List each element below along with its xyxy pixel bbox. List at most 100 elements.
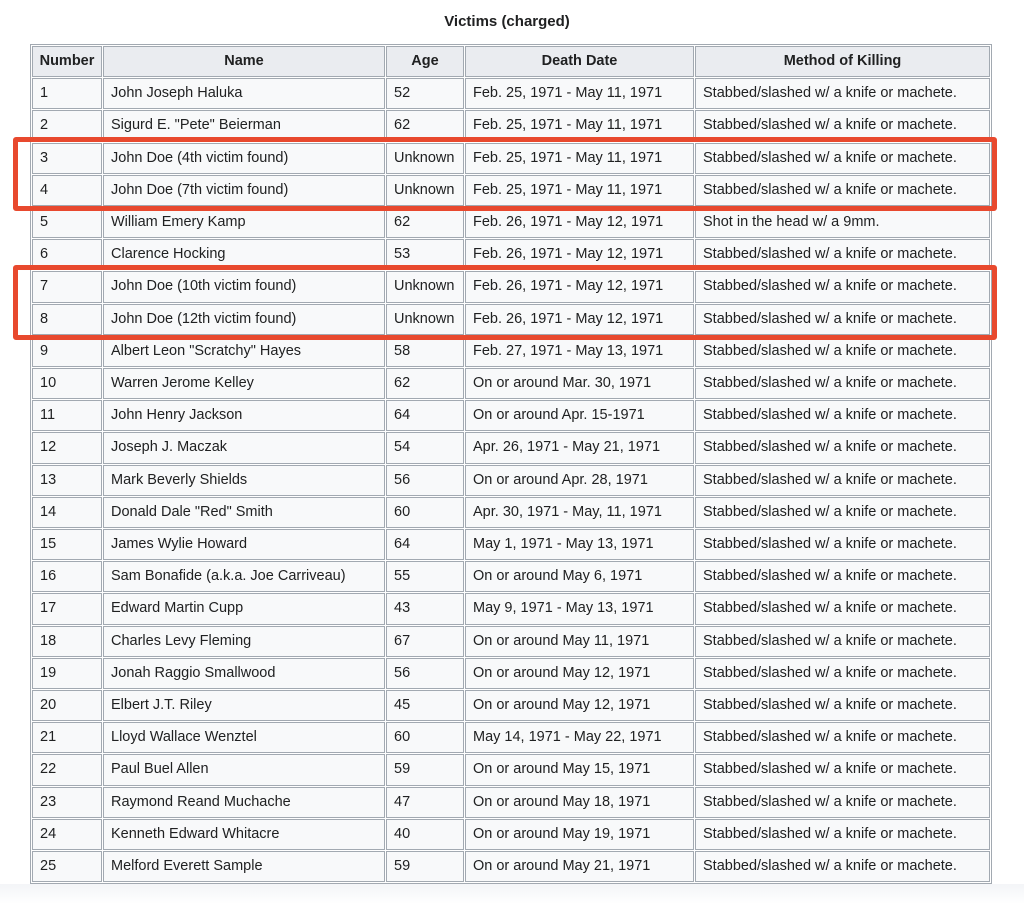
cell-number: 14	[32, 497, 102, 528]
cell-death-date: Apr. 30, 1971 - May, 11, 1971	[465, 497, 694, 528]
cell-method-of-killing: Stabbed/slashed w/ a knife or machete.	[695, 304, 990, 335]
cell-number: 5	[32, 207, 102, 238]
cell-number: 6	[32, 239, 102, 270]
cell-method-of-killing: Stabbed/slashed w/ a knife or machete.	[695, 175, 990, 206]
table-row: 24Kenneth Edward Whitacre40On or around …	[32, 819, 990, 850]
cell-age: Unknown	[386, 175, 464, 206]
cell-number: 13	[32, 465, 102, 496]
cell-age: 52	[386, 78, 464, 109]
cell-age: 62	[386, 207, 464, 238]
cell-age: 60	[386, 497, 464, 528]
table-body: 1John Joseph Haluka52Feb. 25, 1971 - May…	[32, 78, 990, 882]
cell-death-date: Feb. 27, 1971 - May 13, 1971	[465, 336, 694, 367]
cell-age: 64	[386, 400, 464, 431]
cell-number: 25	[32, 851, 102, 882]
cell-method-of-killing: Stabbed/slashed w/ a knife or machete.	[695, 754, 990, 785]
page: Victims (charged) Number Name Age Death …	[0, 0, 1024, 904]
cell-number: 23	[32, 787, 102, 818]
table-row: 13Mark Beverly Shields56On or around Apr…	[32, 465, 990, 496]
table-row: 25Melford Everett Sample59On or around M…	[32, 851, 990, 882]
cell-death-date: Feb. 26, 1971 - May 12, 1971	[465, 207, 694, 238]
cell-age: 62	[386, 110, 464, 141]
table-row: 15James Wylie Howard64May 1, 1971 - May …	[32, 529, 990, 560]
cell-death-date: Feb. 26, 1971 - May 12, 1971	[465, 271, 694, 302]
cell-number: 22	[32, 754, 102, 785]
table-row: 22Paul Buel Allen59On or around May 15, …	[32, 754, 990, 785]
cell-name: Warren Jerome Kelley	[103, 368, 385, 399]
cell-death-date: On or around May 18, 1971	[465, 787, 694, 818]
cell-number: 15	[32, 529, 102, 560]
cell-death-date: Feb. 25, 1971 - May 11, 1971	[465, 110, 694, 141]
cell-age: 62	[386, 368, 464, 399]
cell-number: 7	[32, 271, 102, 302]
cell-method-of-killing: Stabbed/slashed w/ a knife or machete.	[695, 368, 990, 399]
cell-method-of-killing: Stabbed/slashed w/ a knife or machete.	[695, 851, 990, 882]
cell-age: 56	[386, 465, 464, 496]
cell-method-of-killing: Stabbed/slashed w/ a knife or machete.	[695, 787, 990, 818]
cell-number: 3	[32, 143, 102, 174]
cell-number: 20	[32, 690, 102, 721]
cell-name: William Emery Kamp	[103, 207, 385, 238]
cell-name: Charles Levy Fleming	[103, 626, 385, 657]
cell-death-date: Feb. 25, 1971 - May 11, 1971	[465, 143, 694, 174]
cell-name: Sigurd E. "Pete" Beierman	[103, 110, 385, 141]
page-bottom-shade	[0, 884, 1024, 904]
cell-number: 1	[32, 78, 102, 109]
cell-age: 54	[386, 432, 464, 463]
table-row: 11John Henry Jackson64On or around Apr. …	[32, 400, 990, 431]
victims-table: Number Name Age Death Date Method of Kil…	[30, 44, 992, 884]
cell-death-date: May 9, 1971 - May 13, 1971	[465, 593, 694, 624]
cell-death-date: Feb. 25, 1971 - May 11, 1971	[465, 175, 694, 206]
cell-age: Unknown	[386, 143, 464, 174]
cell-name: Melford Everett Sample	[103, 851, 385, 882]
cell-name: Kenneth Edward Whitacre	[103, 819, 385, 850]
cell-number: 24	[32, 819, 102, 850]
cell-name: Jonah Raggio Smallwood	[103, 658, 385, 689]
table-row: 4John Doe (7th victim found)UnknownFeb. …	[32, 175, 990, 206]
cell-number: 10	[32, 368, 102, 399]
cell-number: 18	[32, 626, 102, 657]
cell-name: Sam Bonafide (a.k.a. Joe Carriveau)	[103, 561, 385, 592]
cell-method-of-killing: Shot in the head w/ a 9mm.	[695, 207, 990, 238]
cell-number: 12	[32, 432, 102, 463]
table-row: 18Charles Levy Fleming67On or around May…	[32, 626, 990, 657]
cell-age: 53	[386, 239, 464, 270]
cell-method-of-killing: Stabbed/slashed w/ a knife or machete.	[695, 432, 990, 463]
cell-number: 11	[32, 400, 102, 431]
cell-age: 43	[386, 593, 464, 624]
table-row: 10Warren Jerome Kelley62On or around Mar…	[32, 368, 990, 399]
cell-method-of-killing: Stabbed/slashed w/ a knife or machete.	[695, 465, 990, 496]
cell-age: Unknown	[386, 271, 464, 302]
cell-death-date: Feb. 26, 1971 - May 12, 1971	[465, 239, 694, 270]
cell-name: John Doe (7th victim found)	[103, 175, 385, 206]
cell-age: 40	[386, 819, 464, 850]
cell-age: 56	[386, 658, 464, 689]
cell-name: Clarence Hocking	[103, 239, 385, 270]
header-row: Number Name Age Death Date Method of Kil…	[32, 46, 990, 77]
cell-number: 4	[32, 175, 102, 206]
table-row: 23Raymond Reand Muchache47On or around M…	[32, 787, 990, 818]
cell-number: 17	[32, 593, 102, 624]
cell-name: John Joseph Haluka	[103, 78, 385, 109]
cell-name: Donald Dale "Red" Smith	[103, 497, 385, 528]
table-row: 3John Doe (4th victim found)UnknownFeb. …	[32, 143, 990, 174]
cell-name: Joseph J. Maczak	[103, 432, 385, 463]
table-row: 17Edward Martin Cupp43May 9, 1971 - May …	[32, 593, 990, 624]
column-header-name: Name	[103, 46, 385, 77]
cell-death-date: Apr. 26, 1971 - May 21, 1971	[465, 432, 694, 463]
cell-death-date: On or around Apr. 28, 1971	[465, 465, 694, 496]
cell-method-of-killing: Stabbed/slashed w/ a knife or machete.	[695, 143, 990, 174]
cell-name: Lloyd Wallace Wenztel	[103, 722, 385, 753]
cell-number: 19	[32, 658, 102, 689]
table-row: 12Joseph J. Maczak54Apr. 26, 1971 - May …	[32, 432, 990, 463]
cell-number: 9	[32, 336, 102, 367]
cell-name: John Doe (10th victim found)	[103, 271, 385, 302]
table-row: 2Sigurd E. "Pete" Beierman62Feb. 25, 197…	[32, 110, 990, 141]
table-row: 1John Joseph Haluka52Feb. 25, 1971 - May…	[32, 78, 990, 109]
cell-name: John Doe (4th victim found)	[103, 143, 385, 174]
cell-death-date: May 1, 1971 - May 13, 1971	[465, 529, 694, 560]
cell-age: 64	[386, 529, 464, 560]
cell-method-of-killing: Stabbed/slashed w/ a knife or machete.	[695, 271, 990, 302]
table-row: 21Lloyd Wallace Wenztel60May 14, 1971 - …	[32, 722, 990, 753]
cell-method-of-killing: Stabbed/slashed w/ a knife or machete.	[695, 819, 990, 850]
